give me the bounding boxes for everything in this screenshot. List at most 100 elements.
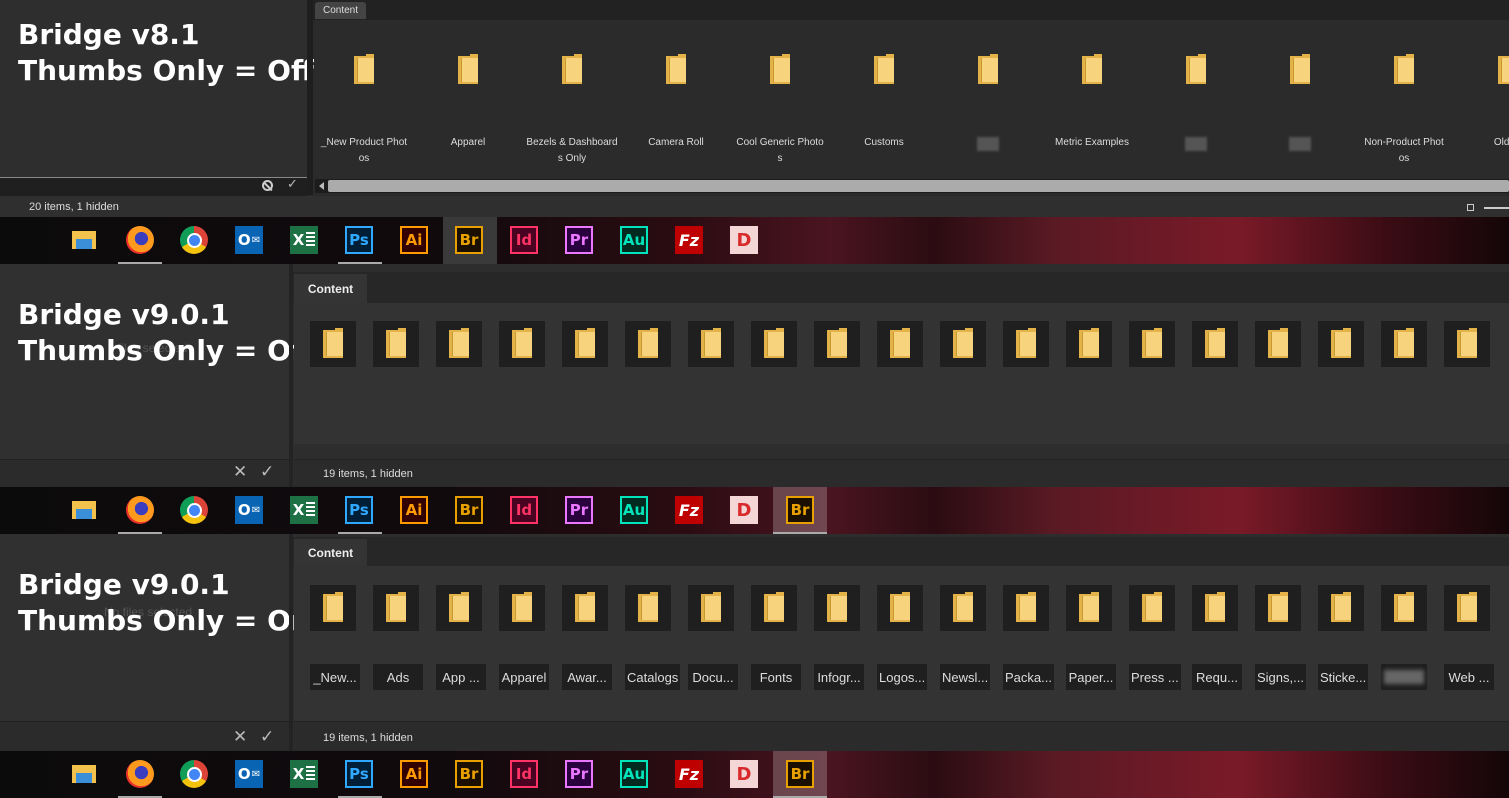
check-icon[interactable]: ✓ <box>287 176 298 192</box>
illustrator-icon[interactable]: Ai <box>400 496 428 524</box>
tab-content[interactable]: Content <box>315 2 367 19</box>
check-icon[interactable]: ✓ <box>260 462 274 482</box>
folder-item[interactable]: Bezels & Dashboard s Only <box>522 50 622 170</box>
folder-thumbnail[interactable] <box>310 585 356 631</box>
horizontal-scrollbar[interactable] <box>315 179 1509 193</box>
folder-thumbnail[interactable] <box>814 321 860 367</box>
firefox-icon[interactable] <box>126 496 154 524</box>
illustrator-icon[interactable]: Ai <box>400 760 428 788</box>
folder-thumbnail[interactable] <box>436 585 482 631</box>
windows-icon[interactable] <box>17 230 37 250</box>
cancel-icon[interactable] <box>262 180 273 192</box>
tab-content[interactable]: Content <box>294 274 367 303</box>
folder-thumbnail[interactable] <box>562 585 608 631</box>
folder-item[interactable] <box>1250 50 1350 170</box>
view-toggle-icon[interactable] <box>1467 204 1474 211</box>
folder-thumbnail[interactable] <box>1129 585 1175 631</box>
audition-icon[interactable]: Au <box>620 496 648 524</box>
folder-label[interactable]: Press ... <box>1129 664 1181 690</box>
windows-icon[interactable] <box>17 764 37 784</box>
excel-icon[interactable]: X <box>290 496 318 524</box>
check-icon[interactable]: ✓ <box>260 727 274 747</box>
dreamweaver-icon[interactable]: D <box>730 226 758 254</box>
folder-thumbnail[interactable] <box>877 321 923 367</box>
folder-thumbnail[interactable] <box>1381 321 1427 367</box>
folder-thumbnail[interactable] <box>751 585 797 631</box>
scrollbar-thumb[interactable] <box>328 180 1509 192</box>
folder-label[interactable]: Catalogs <box>625 664 681 690</box>
folder-label[interactable]: _New... <box>310 664 360 690</box>
folder-item[interactable]: _New Product Phot os <box>314 50 414 170</box>
folder-thumbnail[interactable] <box>751 321 797 367</box>
close-icon[interactable]: ✕ <box>233 727 247 747</box>
folder-thumbnail[interactable] <box>625 321 671 367</box>
folder-thumbnail[interactable] <box>1192 321 1238 367</box>
file-explorer-icon[interactable] <box>71 760 99 788</box>
bridge-icon[interactable]: Br <box>455 760 483 788</box>
bridge-icon[interactable]: Br <box>455 226 483 254</box>
folder-item[interactable] <box>938 50 1038 170</box>
chrome-icon[interactable] <box>180 496 208 524</box>
folder-label[interactable]: Ads <box>373 664 423 690</box>
folder-label[interactable]: Docu... <box>688 664 738 690</box>
folder-item[interactable]: Cool Generic Photo s <box>730 50 830 170</box>
excel-icon[interactable]: X <box>290 226 318 254</box>
folder-thumbnail[interactable] <box>499 585 545 631</box>
folder-item[interactable]: Non-Product Phot os <box>1354 50 1454 170</box>
folder-thumbnail[interactable] <box>1066 321 1112 367</box>
premiere-icon[interactable]: Pr <box>565 760 593 788</box>
folder-thumbnail[interactable] <box>814 585 860 631</box>
folder-thumbnail[interactable] <box>625 585 671 631</box>
folder-thumbnail[interactable] <box>1318 321 1364 367</box>
folder-label[interactable]: Infogr... <box>814 664 864 690</box>
photoshop-icon[interactable]: Ps <box>345 226 373 254</box>
folder-thumbnail[interactable] <box>688 585 734 631</box>
folder-label[interactable]: Packa... <box>1003 664 1054 690</box>
folder-label[interactable]: Sticke... <box>1318 664 1369 690</box>
bridge-icon[interactable]: Br <box>455 496 483 524</box>
folder-label[interactable]: Apparel <box>499 664 549 690</box>
folder-thumbnail[interactable] <box>1255 585 1301 631</box>
folder-item[interactable]: Camera Roll <box>626 50 726 170</box>
outlook-icon[interactable]: O ✉ <box>235 496 263 524</box>
bridge-icon[interactable]: Br <box>786 760 814 788</box>
folder-item[interactable]: Old Pr <box>1458 50 1509 170</box>
folder-thumbnail[interactable] <box>1192 585 1238 631</box>
folder-thumbnail[interactable] <box>940 585 986 631</box>
folder-label[interactable]: Awar... <box>562 664 612 690</box>
folder-thumbnail[interactable] <box>373 321 419 367</box>
folder-thumbnail[interactable] <box>1129 321 1175 367</box>
audition-icon[interactable]: Au <box>620 760 648 788</box>
illustrator-icon[interactable]: Ai <box>400 226 428 254</box>
folder-label[interactable]: Fonts <box>751 664 801 690</box>
folder-thumbnail[interactable] <box>436 321 482 367</box>
windows-icon[interactable] <box>17 500 37 520</box>
scroll-left-arrow[interactable] <box>319 182 324 190</box>
indesign-icon[interactable]: Id <box>510 496 538 524</box>
folder-thumbnail[interactable] <box>1255 321 1301 367</box>
dreamweaver-icon[interactable]: D <box>730 496 758 524</box>
folder-label[interactable]: Requ... <box>1192 664 1242 690</box>
photoshop-icon[interactable]: Ps <box>345 496 373 524</box>
folder-item[interactable] <box>1146 50 1246 170</box>
indesign-icon[interactable]: Id <box>510 760 538 788</box>
folder-thumbnail[interactable] <box>1003 321 1049 367</box>
folder-label[interactable]: Web ... <box>1444 664 1494 690</box>
outlook-icon[interactable]: O ✉ <box>235 760 263 788</box>
filezilla-icon[interactable]: Fz <box>675 760 703 788</box>
photoshop-icon[interactable]: Ps <box>345 760 373 788</box>
firefox-icon[interactable] <box>126 226 154 254</box>
filezilla-icon[interactable]: Fz <box>675 226 703 254</box>
folder-item[interactable]: Metric Examples <box>1042 50 1142 170</box>
audition-icon[interactable]: Au <box>620 226 648 254</box>
dreamweaver-icon[interactable]: D <box>730 760 758 788</box>
folder-thumbnail[interactable] <box>1066 585 1112 631</box>
folder-thumbnail[interactable] <box>688 321 734 367</box>
chrome-icon[interactable] <box>180 760 208 788</box>
filezilla-icon[interactable]: Fz <box>675 496 703 524</box>
folder-thumbnail[interactable] <box>1318 585 1364 631</box>
file-explorer-icon[interactable] <box>71 496 99 524</box>
excel-icon[interactable]: X <box>290 760 318 788</box>
folder-item[interactable]: Customs <box>834 50 934 170</box>
close-icon[interactable]: ✕ <box>233 462 247 482</box>
